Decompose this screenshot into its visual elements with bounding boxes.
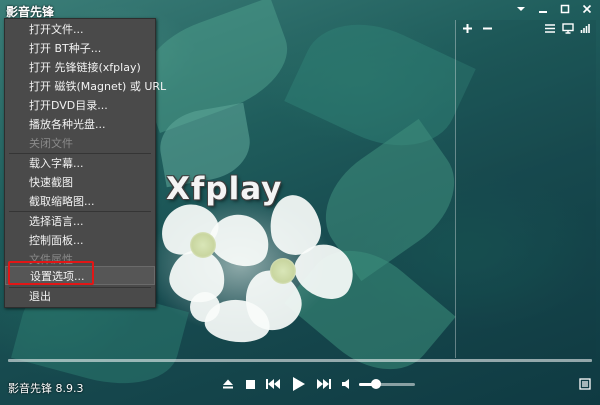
list-icon[interactable] (544, 23, 556, 38)
menu-item-open-bt[interactable]: 打开 BT种子... (5, 39, 155, 58)
plus-icon[interactable] (462, 23, 473, 38)
menu-item-open-dvd[interactable]: 打开DVD目录... (5, 96, 155, 115)
playlist-menu-icon[interactable] (578, 377, 592, 391)
menu-item-select-language[interactable]: 选择语言... (5, 212, 155, 231)
menu-item-open-file[interactable]: 打开文件... (5, 20, 155, 39)
minus-icon[interactable] (482, 23, 493, 38)
settings-highlight-box (8, 261, 94, 285)
menu-item-control-panel[interactable]: 控制面板... (5, 231, 155, 250)
window-controls (514, 2, 594, 16)
seek-bar[interactable] (8, 359, 592, 362)
dropdown-arrow-icon[interactable] (514, 2, 528, 16)
app-logo: Xfplay (166, 171, 283, 207)
player-window: 影音先锋 Xfplay 打开文件... 打开 BT种子... 打开 先锋链接(x… (0, 0, 600, 405)
volume-slider[interactable] (359, 379, 415, 389)
menu-item-quick-screenshot[interactable]: 快速截图 (5, 173, 155, 192)
volume-icon[interactable] (340, 377, 354, 391)
playlist-panel[interactable] (455, 20, 596, 358)
menu-item-open-magnet-url[interactable]: 打开 磁铁(Magnet) 或 URL (5, 77, 166, 96)
menu-item-close-file: 关闭文件 (29, 137, 73, 150)
volume-knob[interactable] (370, 379, 381, 389)
previous-icon[interactable] (264, 377, 282, 391)
close-icon[interactable] (580, 2, 594, 16)
menu-item-exit[interactable]: 退出 (5, 287, 155, 306)
version-label: 影音先锋 8.9.3 (8, 382, 84, 395)
leaf-decoration (284, 1, 476, 169)
eject-icon[interactable] (221, 377, 235, 391)
next-icon[interactable] (315, 377, 333, 391)
flower-center (190, 232, 216, 258)
title-bar: 影音先锋 (0, 0, 600, 20)
stop-icon[interactable] (243, 377, 257, 391)
playlist-toolbar (456, 20, 596, 42)
menu-item-thumbnail[interactable]: 截取缩略图... (5, 192, 155, 211)
maximize-icon[interactable] (558, 2, 572, 16)
flower-center (270, 258, 296, 284)
monitor-icon[interactable] (562, 23, 574, 38)
menu-item-load-subtitle[interactable]: 载入字幕... (5, 154, 155, 173)
menu-item-open-xfplay-link[interactable]: 打开 先锋链接(xfplay) (5, 58, 155, 77)
menu-item-play-disc[interactable]: 播放各种光盘... (5, 115, 155, 134)
signal-bars-icon[interactable] (580, 23, 591, 38)
minimize-icon[interactable] (536, 2, 550, 16)
flower-bud (190, 292, 220, 322)
play-icon[interactable] (290, 375, 308, 393)
